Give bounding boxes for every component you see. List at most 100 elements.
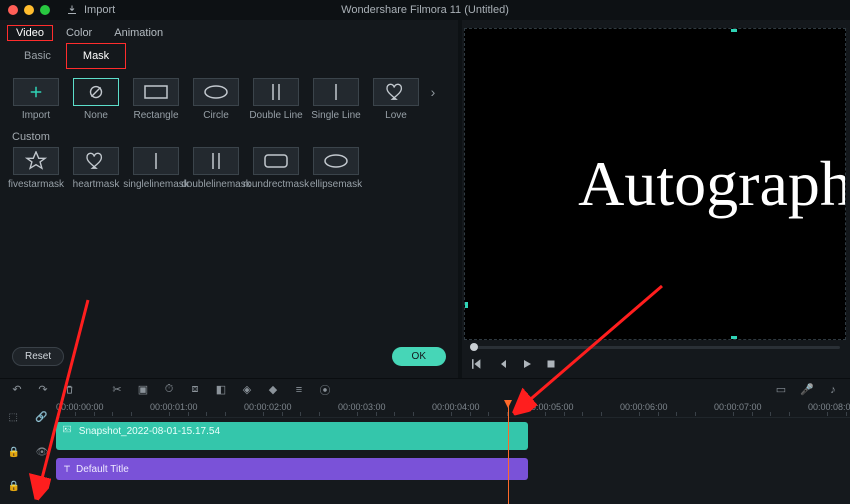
mask-double-line[interactable]: Double Line xyxy=(246,78,306,121)
mask-ellipsemask[interactable]: ellipsemask xyxy=(306,147,366,190)
split-button[interactable]: ✂ xyxy=(110,383,124,397)
mask-label: Double Line xyxy=(249,110,302,121)
keyframe-button[interactable]: ◆ xyxy=(266,383,280,397)
transform-handle-left[interactable] xyxy=(464,302,468,308)
track-visible-video[interactable]: 👁 xyxy=(36,447,49,458)
mask-heartmask[interactable]: heartmask xyxy=(66,147,126,190)
ruler-tick: 00:00:01:00 xyxy=(150,402,198,412)
sline-icon xyxy=(133,147,179,175)
mask-doublelinemask[interactable]: doublelinemask xyxy=(186,147,246,190)
mask-rectangle[interactable]: Rectangle xyxy=(126,78,186,121)
subtab-basic[interactable]: Basic xyxy=(8,44,67,68)
mask-label: roundrectmask xyxy=(243,179,309,190)
tab-video[interactable]: Video xyxy=(8,26,52,40)
ruler-tick: 00:00:03:00 xyxy=(338,402,386,412)
scrubber-knob[interactable] xyxy=(470,343,478,351)
play-button[interactable] xyxy=(522,359,532,372)
timeline-clip-video[interactable]: Snapshot_2022-08-01-15.17.54 xyxy=(56,422,528,450)
ruler-tick: 00:00:04:00 xyxy=(432,402,480,412)
mask-label: heartmask xyxy=(73,179,120,190)
timeline-ruler[interactable]: 00:00:00:00 00:00:01:00 00:00:02:00 00:00:0… xyxy=(56,400,850,418)
rect-icon xyxy=(133,78,179,106)
dline-icon xyxy=(253,78,299,106)
track-lock-title[interactable]: 🔒 xyxy=(8,481,20,492)
minimize-window[interactable] xyxy=(24,5,34,15)
mask-label: fivestarmask xyxy=(8,179,64,190)
window-title: Wondershare Filmora 11 (Untitled) xyxy=(341,4,509,16)
mask-roundrectmask[interactable]: roundrectmask xyxy=(246,147,306,190)
mask-single-line[interactable]: Single Line xyxy=(306,78,366,121)
mask-label: Love xyxy=(385,110,407,121)
ruler-tick: 00:00:02:00 xyxy=(244,402,292,412)
dline-icon xyxy=(193,147,239,175)
maximize-window[interactable] xyxy=(40,5,50,15)
step-back-button[interactable] xyxy=(472,358,484,373)
subtab-mask[interactable]: Mask xyxy=(67,44,125,68)
timeline-clip-title[interactable]: Default Title xyxy=(56,458,528,480)
more-button[interactable]: ≡ xyxy=(292,383,306,397)
sline-icon xyxy=(313,78,359,106)
transform-handle-top[interactable] xyxy=(731,28,737,32)
mic-button[interactable]: 🎤 xyxy=(800,383,814,397)
mask-fivestarmask[interactable]: fivestarmask xyxy=(6,147,66,190)
step-prev-button[interactable] xyxy=(498,359,508,372)
adjust-button[interactable]: ◧ xyxy=(214,383,228,397)
mask-label: Import xyxy=(22,110,50,121)
color-button[interactable]: ◈ xyxy=(240,383,254,397)
link-icon[interactable]: 🔗 xyxy=(35,412,47,423)
transform-handle-bottom[interactable] xyxy=(731,336,737,340)
delete-button[interactable] xyxy=(62,383,76,397)
mask-next-arrow[interactable]: › xyxy=(426,78,440,106)
mask-import[interactable]: Import xyxy=(6,78,66,121)
mask-circle[interactable]: Circle xyxy=(186,78,246,121)
none-icon xyxy=(73,78,119,106)
redo-button[interactable]: ↷ xyxy=(36,383,50,397)
speed-button[interactable]: ⏱ xyxy=(162,383,176,397)
plus-icon xyxy=(13,78,59,106)
ruler-tick: 00:00:00:00 xyxy=(56,402,104,412)
ruler-tick: 00:00:08:00 xyxy=(808,402,850,412)
track-lock-video[interactable]: 🔒 xyxy=(8,447,20,458)
import-label: Import xyxy=(84,4,115,16)
close-window[interactable] xyxy=(8,5,18,15)
image-icon xyxy=(62,424,72,434)
video-clip-label: Snapshot_2022-08-01-15.17.54 xyxy=(79,426,220,437)
trim-button[interactable]: ⧈ xyxy=(188,383,202,397)
preview-text: Autograph xyxy=(578,147,846,221)
ellipse-icon xyxy=(313,147,359,175)
undo-button[interactable]: ↶ xyxy=(10,383,24,397)
mask-label: Circle xyxy=(203,110,229,121)
mask-label: doublelinemask xyxy=(181,179,251,190)
stop-button[interactable] xyxy=(546,359,556,372)
ruler-tick: 00:00:05:00 xyxy=(526,402,574,412)
reset-button[interactable]: Reset xyxy=(12,347,64,366)
heart-icon xyxy=(373,78,419,106)
preview-scrubber[interactable] xyxy=(470,346,840,349)
custom-section-label: Custom xyxy=(0,125,458,145)
playhead[interactable] xyxy=(508,400,509,504)
mask-none[interactable]: None xyxy=(66,78,126,121)
mask-label: None xyxy=(84,110,108,121)
heart-icon xyxy=(73,147,119,175)
marker-button[interactable]: ▭ xyxy=(774,383,788,397)
tab-animation[interactable]: Animation xyxy=(106,26,171,40)
mask-label: Single Line xyxy=(311,110,360,121)
rrect-icon xyxy=(253,147,299,175)
star-icon xyxy=(13,147,59,175)
mask-love[interactable]: Love xyxy=(366,78,426,121)
mask-label: singlelinemask xyxy=(123,179,189,190)
mixer-button[interactable]: ♪ xyxy=(826,383,840,397)
track-visible-title[interactable]: 👁 xyxy=(36,481,49,492)
download-icon xyxy=(66,4,78,16)
magnet-icon[interactable]: ⬚ xyxy=(9,412,18,423)
mask-label: Rectangle xyxy=(133,110,178,121)
text-icon xyxy=(62,464,72,474)
record-button[interactable]: ⦿ xyxy=(318,383,332,397)
import-menu[interactable]: Import xyxy=(66,4,115,16)
ok-button[interactable]: OK xyxy=(392,347,446,366)
tab-color[interactable]: Color xyxy=(58,26,100,40)
mask-singlelinemask[interactable]: singlelinemask xyxy=(126,147,186,190)
preview-viewport[interactable]: Autograph xyxy=(464,28,846,340)
title-clip-label: Default Title xyxy=(76,464,129,475)
crop-button[interactable]: ▣ xyxy=(136,383,150,397)
